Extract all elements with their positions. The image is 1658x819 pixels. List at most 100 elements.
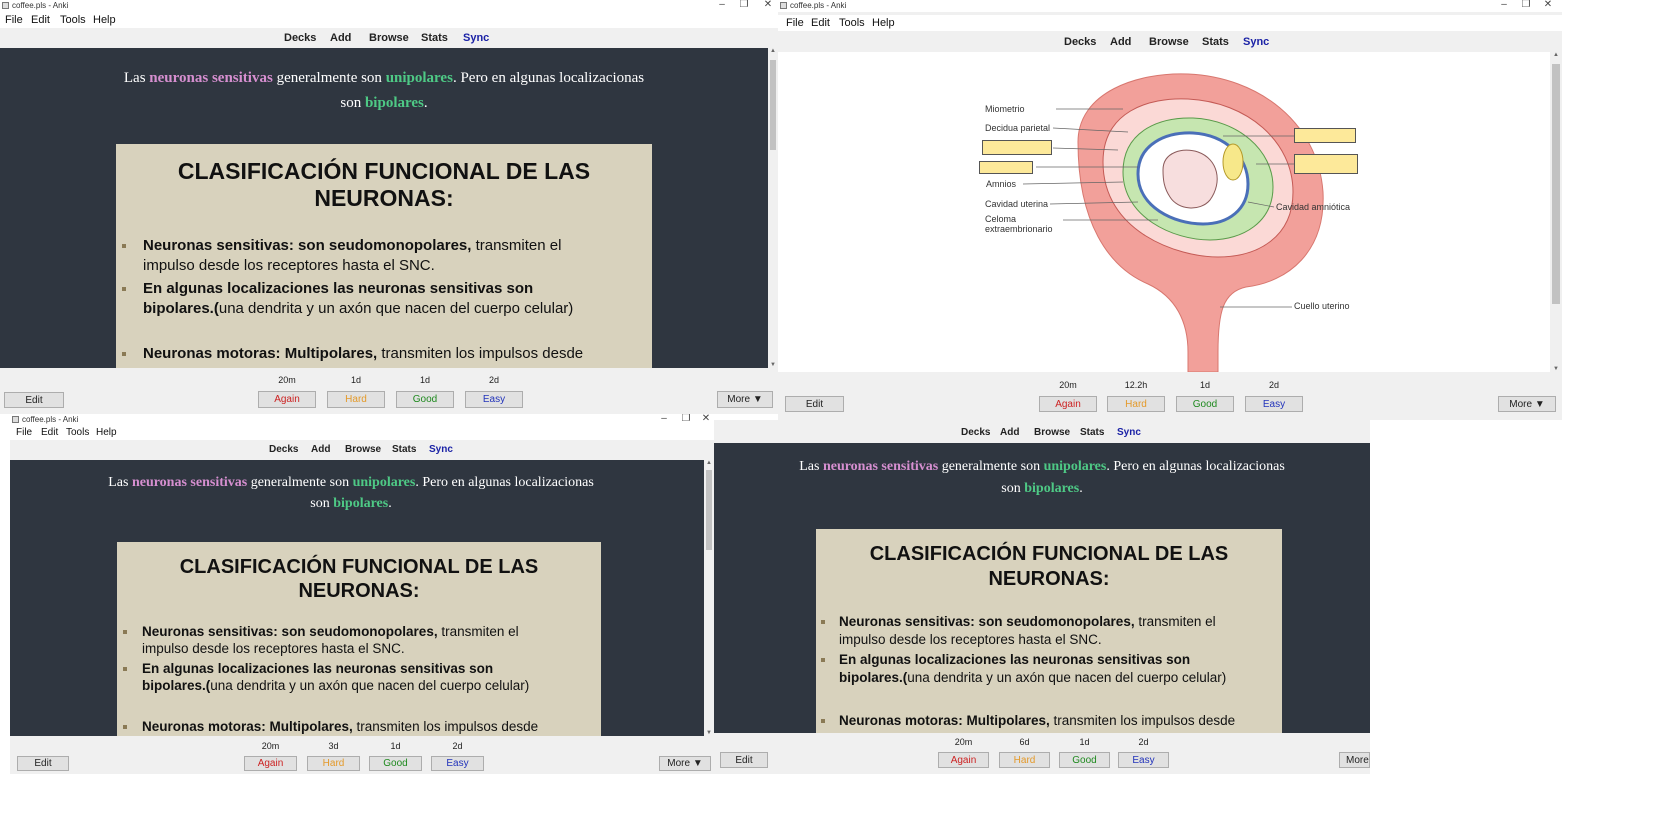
scrollbar[interactable]: ▲ ▼ bbox=[1550, 52, 1562, 372]
toolbar-sync[interactable]: Sync bbox=[1117, 427, 1141, 438]
title-bar[interactable]: coffee.pls - Anki – ❐ ✕ bbox=[0, 0, 778, 12]
easy-button[interactable]: Easy bbox=[431, 756, 484, 771]
toolbar-decks[interactable]: Decks bbox=[269, 444, 298, 455]
toolbar-browse[interactable]: Browse bbox=[345, 444, 381, 455]
menu-help[interactable]: Help bbox=[93, 14, 116, 26]
hard-button[interactable]: Hard bbox=[307, 756, 360, 771]
toolbar-add[interactable]: Add bbox=[330, 32, 351, 44]
toolbar-stats[interactable]: Stats bbox=[421, 32, 448, 44]
hard-button[interactable]: Hard bbox=[327, 391, 385, 408]
minimize-icon[interactable]: – bbox=[716, 0, 728, 10]
scrollbar[interactable]: ▲ ▼ bbox=[704, 460, 714, 736]
menu-tools[interactable]: Tools bbox=[66, 427, 89, 438]
again-button[interactable]: Again bbox=[258, 391, 316, 408]
easy-interval: 2d bbox=[1138, 737, 1149, 747]
toolbar-browse[interactable]: Browse bbox=[369, 32, 409, 44]
maximize-icon[interactable]: ❐ bbox=[738, 0, 750, 10]
edit-button[interactable]: Edit bbox=[720, 752, 768, 768]
more-button[interactable]: More bbox=[1339, 752, 1370, 768]
slide-title: CLASIFICACIÓN FUNCIONAL DE LAS NEURONAS: bbox=[869, 543, 1229, 590]
menu-bar: File Edit Tools Help bbox=[0, 12, 778, 28]
again-button[interactable]: Again bbox=[1039, 396, 1097, 412]
again-button[interactable]: Again bbox=[244, 756, 297, 771]
toolbar-sync[interactable]: Sync bbox=[429, 444, 453, 455]
toolbar-add[interactable]: Add bbox=[311, 444, 330, 455]
menu-file[interactable]: File bbox=[16, 427, 32, 438]
menu-file[interactable]: File bbox=[786, 17, 804, 29]
hard-interval: 12.2h bbox=[1124, 380, 1148, 390]
toolbar-sync[interactable]: Sync bbox=[463, 32, 489, 44]
scrollbar[interactable]: ▲ ▼ bbox=[768, 48, 778, 368]
close-icon[interactable]: ✕ bbox=[700, 414, 712, 424]
toolbar-sync[interactable]: Sync bbox=[1243, 36, 1269, 48]
menu-help[interactable]: Help bbox=[96, 427, 117, 438]
easy-button[interactable]: Easy bbox=[465, 391, 523, 408]
toolbar-decks[interactable]: Decks bbox=[284, 32, 316, 44]
menu-tools[interactable]: Tools bbox=[839, 17, 865, 29]
label-celoma: Celoma extraembrionario bbox=[985, 214, 1053, 234]
easy-interval: 2d bbox=[1268, 380, 1279, 390]
card-view: Las neuronas sensitivas generalmente son… bbox=[0, 48, 768, 368]
good-interval: 1d bbox=[390, 741, 401, 751]
close-icon[interactable]: ✕ bbox=[1542, 0, 1554, 10]
again-interval: 20m bbox=[954, 737, 973, 747]
close-icon[interactable]: ✕ bbox=[762, 0, 774, 10]
anki-app-icon bbox=[780, 2, 787, 9]
good-button[interactable]: Good bbox=[1176, 396, 1234, 412]
menu-tools[interactable]: Tools bbox=[60, 14, 86, 26]
toolbar-add[interactable]: Add bbox=[1110, 36, 1131, 48]
edit-button[interactable]: Edit bbox=[17, 756, 69, 771]
toolbar-stats[interactable]: Stats bbox=[1080, 427, 1104, 438]
uterus-diagram bbox=[1022, 73, 1324, 372]
window-title: coffee.pls - Anki bbox=[22, 415, 79, 424]
main-toolbar: Decks Add Browse Stats Sync bbox=[10, 440, 714, 461]
label-decidua-parietal: Decidua parietal bbox=[985, 123, 1051, 133]
good-interval: 1d bbox=[419, 375, 430, 385]
label-cavidad-uterina: Cavidad uterina bbox=[985, 199, 1049, 209]
label-cavidad-amniotica: Cavidad amniótica bbox=[1276, 202, 1351, 212]
easy-interval: 2d bbox=[488, 375, 499, 385]
edit-button[interactable]: Edit bbox=[785, 396, 844, 412]
menu-help[interactable]: Help bbox=[872, 17, 895, 29]
title-bar[interactable]: coffee.pls - Anki – ❐ ✕ bbox=[778, 0, 1562, 12]
toolbar-browse[interactable]: Browse bbox=[1149, 36, 1189, 48]
card-front-text: Las neuronas sensitivas generalmente son… bbox=[123, 70, 645, 111]
card-front-text: Las neuronas sensitivas generalmente son… bbox=[108, 475, 594, 511]
more-button[interactable]: More ▼ bbox=[717, 391, 773, 408]
toolbar-browse[interactable]: Browse bbox=[1034, 427, 1070, 438]
maximize-icon[interactable]: ❐ bbox=[1520, 0, 1532, 10]
toolbar-stats[interactable]: Stats bbox=[392, 444, 416, 455]
menu-file[interactable]: File bbox=[5, 14, 23, 26]
slide-image: CLASIFICACIÓN FUNCIONAL DE LAS NEURONAS: … bbox=[116, 144, 652, 368]
toolbar-decks[interactable]: Decks bbox=[961, 427, 990, 438]
more-button[interactable]: More ▼ bbox=[659, 756, 711, 771]
edit-button[interactable]: Edit bbox=[4, 392, 64, 408]
main-toolbar: Decks Add Browse Stats Sync bbox=[0, 28, 778, 49]
maximize-icon[interactable]: ❐ bbox=[680, 414, 692, 424]
good-button[interactable]: Good bbox=[1059, 752, 1110, 768]
toolbar-stats[interactable]: Stats bbox=[1202, 36, 1229, 48]
anki-window-3: coffee.pls - Anki – ❐ ✕ File Edit Tools … bbox=[10, 414, 714, 774]
toolbar-add[interactable]: Add bbox=[1000, 427, 1019, 438]
easy-button[interactable]: Easy bbox=[1245, 396, 1303, 412]
good-button[interactable]: Good bbox=[396, 391, 454, 408]
menu-edit[interactable]: Edit bbox=[41, 427, 58, 438]
menu-edit[interactable]: Edit bbox=[31, 14, 50, 26]
hard-interval: 6d bbox=[1019, 737, 1030, 747]
answer-bar: Edit 20m 6d 1d 2d Again Hard Good Easy M… bbox=[714, 733, 1370, 774]
again-button[interactable]: Again bbox=[938, 752, 989, 768]
more-button[interactable]: More ▼ bbox=[1498, 396, 1556, 412]
minimize-icon[interactable]: – bbox=[658, 414, 670, 424]
good-button[interactable]: Good bbox=[369, 756, 422, 771]
hard-button[interactable]: Hard bbox=[999, 752, 1050, 768]
minimize-icon[interactable]: – bbox=[1498, 0, 1510, 10]
easy-button[interactable]: Easy bbox=[1118, 752, 1169, 768]
toolbar-decks[interactable]: Decks bbox=[1064, 36, 1096, 48]
slide-image: CLASIFICACIÓN FUNCIONAL DE LAS NEURONAS: … bbox=[117, 542, 601, 736]
hard-button[interactable]: Hard bbox=[1107, 396, 1165, 412]
again-interval: 20m bbox=[1059, 380, 1077, 390]
again-interval: 20m bbox=[278, 375, 296, 385]
window-title: coffee.pls - Anki bbox=[790, 1, 847, 10]
menu-edit[interactable]: Edit bbox=[811, 17, 830, 29]
occluded-label-box bbox=[1294, 154, 1358, 174]
